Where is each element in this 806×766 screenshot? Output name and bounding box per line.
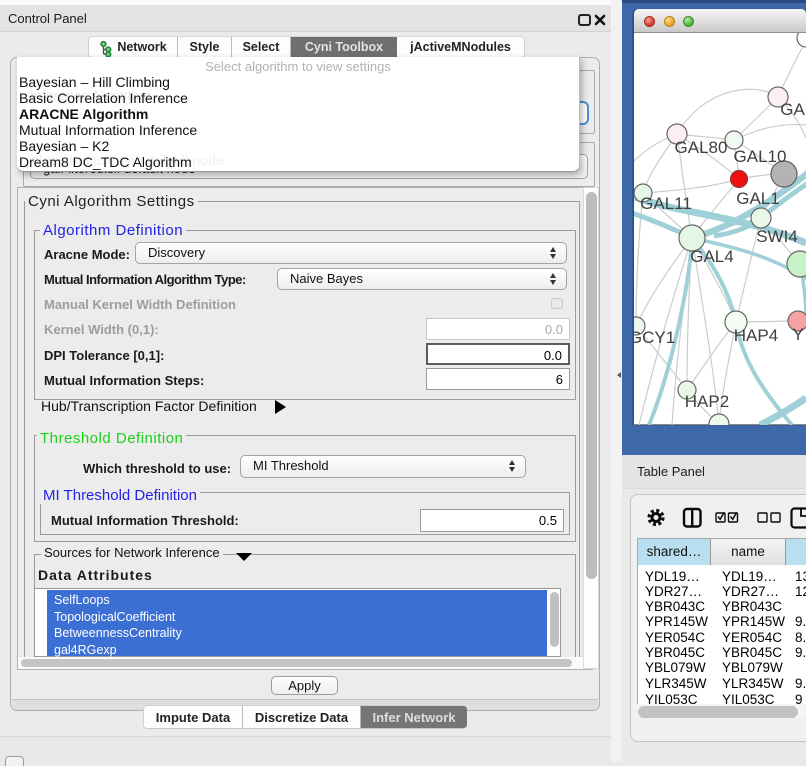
svg-text:GAL1: GAL1: [736, 189, 779, 208]
svg-text:GAL11: GAL11: [640, 194, 692, 213]
svg-text:GAL10: GAL10: [734, 147, 787, 166]
svg-text:HAP2: HAP2: [685, 392, 729, 411]
svg-text:HAP4: HAP4: [734, 326, 778, 345]
svg-text:GAL80: GAL80: [675, 138, 728, 157]
svg-text:SWI4: SWI4: [756, 227, 798, 246]
svg-text:GAL4: GAL4: [690, 247, 733, 266]
svg-text:GAL2: GAL2: [780, 100, 806, 119]
svg-text:Y: Y: [792, 325, 803, 344]
svg-text:GCY1: GCY1: [634, 328, 675, 347]
